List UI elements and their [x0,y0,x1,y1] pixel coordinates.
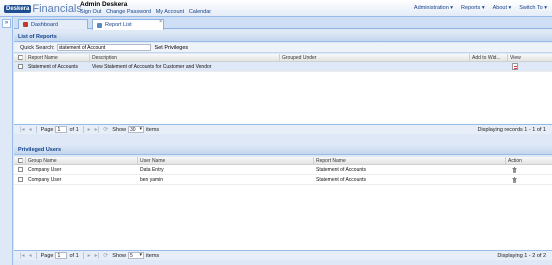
report-name-cell: Statement of Accounts [316,167,367,173]
refresh-icon[interactable]: ⟳ [103,126,108,133]
show-label: Show [112,126,127,133]
reports-panel-title: List of Reports [14,33,552,42]
column-view[interactable]: View [508,54,552,61]
user-block: Admin Deskera Sign Out Change Password M… [80,1,214,15]
first-page-icon[interactable]: |◂ [20,252,25,259]
logo-text: Financials [32,2,82,15]
users-grid: Group Name User Name Report Name Action … [14,157,552,250]
column-grouped-under[interactable]: Grouped Under [280,54,470,61]
users-grid-header: Group Name User Name Report Name Action [14,157,552,165]
next-page-icon[interactable]: ▸ [88,252,91,259]
users-pager: |◂ ◂ Page of 1 ▸ ▸| ⟳ Show 5 items Displ… [14,250,552,260]
trash-icon[interactable] [512,177,517,183]
reports-grid-header: Report Name Description Grouped Under Ad… [14,54,552,62]
logo-mark: Deskera [4,4,32,13]
next-page-icon[interactable]: ▸ [88,126,91,133]
view-report-icon[interactable] [512,63,518,70]
set-privileges-button[interactable]: Set Privileges [155,45,189,51]
page-number-input[interactable] [55,252,68,259]
select-all-checkbox[interactable] [18,55,23,60]
tab-label: Report List [105,22,132,28]
description-cell: View Statement of Accounts for Customer … [92,64,212,70]
top-menus: Administration ▾ Reports ▾ About ▾ Switc… [406,5,547,11]
page-of-label: of 1 [69,252,79,259]
row-checkbox[interactable] [18,177,23,182]
quick-search-label: Quick Search: [20,44,55,51]
refresh-icon[interactable]: ⟳ [103,252,108,259]
table-row[interactable]: ✓ Statement of Accounts View Statement o… [14,62,552,72]
column-user-name[interactable]: User Name [138,157,314,164]
add-to-widget-cell [470,62,508,71]
page-label: Page [40,252,54,259]
menu-administration[interactable]: Administration ▾ [414,5,453,11]
table-row[interactable]: Company User Data Entry Statement of Acc… [14,165,552,175]
report-name-cell: Statement of Accounts [316,177,367,183]
prev-page-icon[interactable]: ◂ [29,252,32,259]
row-checkbox[interactable] [18,167,23,172]
report-name-cell: Statement of Accounts [28,64,79,70]
column-action[interactable]: Action [506,157,552,164]
reports-pager: |◂ ◂ Page of 1 ▸ ▸| ⟳ Show 30 items Disp… [14,124,552,134]
row-checkbox[interactable]: ✓ [18,64,23,69]
page-of-label: of 1 [69,126,79,133]
menu-about[interactable]: About ▾ [493,5,512,11]
close-icon[interactable]: × [159,19,162,25]
records-display: Displaying 1 - 2 of 2 [497,252,546,259]
column-report-name[interactable]: Report Name [26,54,90,61]
reports-grid: Report Name Description Grouped Under Ad… [14,54,552,124]
items-label: items [146,252,160,259]
trash-icon[interactable] [512,167,517,173]
expand-panel-icon[interactable]: » [2,19,11,28]
group-name-cell: Company User [28,177,62,183]
column-description[interactable]: Description [90,54,280,61]
select-all-checkbox[interactable] [18,158,23,163]
side-gutter: » [0,17,13,265]
page-size-select[interactable]: 30 [128,126,145,133]
records-display: Displaying records 1 - 1 of 1 [477,126,546,133]
prev-page-icon[interactable]: ◂ [29,126,32,133]
last-page-icon[interactable]: ▸| [95,126,100,133]
items-label: items [146,126,160,133]
calendar-link[interactable]: Calendar [189,9,211,15]
users-panel-title: Privileged Users [14,146,552,155]
menu-reports[interactable]: Reports ▾ [461,5,485,11]
table-row[interactable]: Company User ben yamin Statement of Acco… [14,175,552,185]
my-account-link[interactable]: My Account [156,9,184,15]
top-bar: Deskera Financials Admin Deskera Sign Ou… [0,0,552,17]
user-name-cell: ben yamin [140,177,164,183]
grouped-under-cell [280,62,470,71]
report-list-icon [97,22,102,28]
last-page-icon[interactable]: ▸| [95,252,100,259]
user-name: Admin Deskera [80,1,128,8]
user-name-cell: Data Entry [140,167,164,173]
show-label: Show [112,252,127,259]
tab-strip: Dashboard Report List × [14,17,552,30]
reports-toolbar: Quick Search: Set Privileges [14,43,552,53]
change-password-link[interactable]: Change Password [106,9,151,15]
tab-label: Dashboard [31,21,58,28]
group-name-cell: Company User [28,167,62,173]
column-add-to-widget[interactable]: Add to Wid... [470,54,508,61]
tab-dashboard[interactable]: Dashboard [18,19,88,29]
column-group-name[interactable]: Group Name [26,157,138,164]
page-label: Page [40,126,54,133]
page-size-select[interactable]: 5 [128,252,145,259]
menu-switch-to[interactable]: Switch To ▾ [519,5,547,11]
app-logo: Deskera Financials [4,2,82,15]
page-number-input[interactable] [55,126,68,133]
tab-report-list[interactable]: Report List × [92,19,164,30]
first-page-icon[interactable]: |◂ [20,126,25,133]
quick-search-input[interactable] [56,44,151,51]
sign-out-link[interactable]: Sign Out [80,9,101,15]
column-report-name[interactable]: Report Name [314,157,506,164]
dashboard-icon [23,22,28,27]
